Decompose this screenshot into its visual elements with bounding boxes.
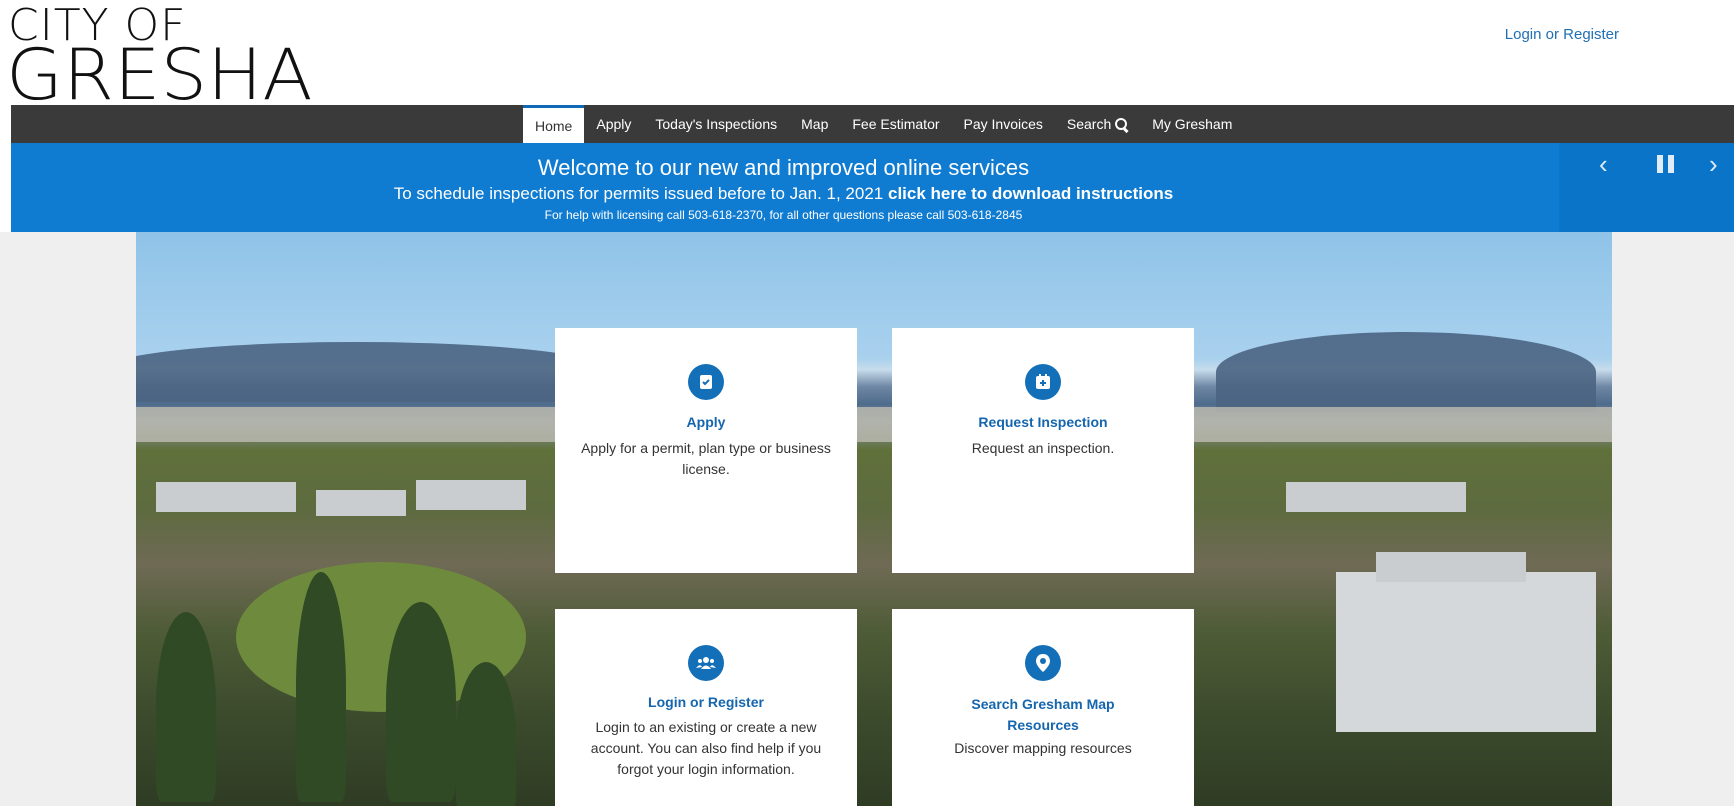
mountain-shape xyxy=(136,342,616,402)
building-roof xyxy=(1286,482,1466,512)
nav-search[interactable]: Search xyxy=(1055,105,1140,143)
nav-apply[interactable]: Apply xyxy=(584,105,643,143)
city-logo[interactable]: CITY OF GRESHAM xyxy=(2,2,322,103)
nav-my-gresham-label: My Gresham xyxy=(1152,116,1233,132)
tree-shape xyxy=(456,662,516,806)
card-apply-title: Apply xyxy=(686,414,726,430)
nav-todays-inspections-label: Today's Inspections xyxy=(655,116,778,132)
building-roof xyxy=(316,490,406,516)
map-pin-icon xyxy=(1025,645,1061,681)
card-login-register-title: Login or Register xyxy=(648,694,764,710)
card-search-map-desc: Discover mapping resources xyxy=(954,740,1132,756)
nav-search-label: Search xyxy=(1066,116,1112,132)
nav-pay-invoices[interactable]: Pay Invoices xyxy=(952,105,1055,143)
card-search-map[interactable]: Search Gresham Map Resources Discover ma… xyxy=(892,609,1194,806)
calendar-plus-icon xyxy=(1025,364,1061,400)
nav-map[interactable]: Map xyxy=(789,105,840,143)
announcement-banner: Welcome to our new and improved online s… xyxy=(11,143,1734,232)
card-request-inspection[interactable]: Request Inspection Request an inspection… xyxy=(892,328,1194,573)
search-icon xyxy=(1115,117,1129,133)
logo-line-gresham: GRESHAM xyxy=(6,34,322,102)
nav-my-gresham[interactable]: My Gresham xyxy=(1140,105,1244,143)
building-roof xyxy=(416,480,526,510)
card-login-register-desc: Login to an existing or create a new acc… xyxy=(590,719,822,777)
nav-apply-label: Apply xyxy=(596,116,632,132)
chevron-left-icon[interactable]: ‹ xyxy=(1599,151,1608,177)
carousel-controls: ‹ › xyxy=(1559,143,1734,232)
nav-home-label: Home xyxy=(535,117,573,134)
nav-map-label: Map xyxy=(801,116,829,132)
nav-todays-inspections[interactable]: Today's Inspections xyxy=(643,105,789,143)
card-login-register[interactable]: Login or Register Login to an existing o… xyxy=(555,609,857,806)
hero-aerial-image xyxy=(136,232,1612,806)
main-navbar: Home Apply Today's Inspections Map Fee E… xyxy=(11,105,1734,143)
nav-home[interactable]: Home xyxy=(523,105,585,143)
login-register-link[interactable]: Login or Register xyxy=(1505,26,1619,43)
download-instructions-link[interactable]: click here to download instructions xyxy=(888,184,1173,203)
card-request-inspection-title: Request Inspection xyxy=(978,414,1108,430)
tree-shape xyxy=(156,612,216,802)
card-search-map-title: Search Gresham Map Resources xyxy=(971,696,1115,733)
building-roof xyxy=(1336,572,1596,732)
nav-pay-invoices-label: Pay Invoices xyxy=(963,116,1043,132)
card-request-inspection-desc: Request an inspection. xyxy=(971,440,1115,456)
nav-fee-estimator-label: Fee Estimator xyxy=(852,116,940,132)
card-apply-desc: Apply for a permit, plan type or busines… xyxy=(581,440,831,477)
chevron-right-icon[interactable]: › xyxy=(1709,151,1718,177)
site-header: CITY OF GRESHAM Login or Register xyxy=(0,0,1734,105)
nav-items: Home Apply Today's Inspections Map Fee E… xyxy=(523,105,1244,143)
building-roof xyxy=(1376,552,1526,582)
nav-fee-estimator[interactable]: Fee Estimator xyxy=(840,105,951,143)
mountain-shape xyxy=(1216,332,1596,412)
card-apply[interactable]: Apply Apply for a permit, plan type or b… xyxy=(555,328,857,573)
banner-title: Welcome to our new and improved online s… xyxy=(537,155,1030,180)
tree-shape xyxy=(386,602,456,802)
users-icon xyxy=(688,645,724,681)
banner-line-2-text: To schedule inspections for permits issu… xyxy=(393,184,888,203)
banner-help-text: For help with licensing call 503-618-237… xyxy=(544,208,1023,222)
tree-shape xyxy=(296,572,346,802)
clipboard-check-icon xyxy=(688,364,724,400)
pause-icon[interactable] xyxy=(1657,155,1675,173)
town-band xyxy=(136,407,1612,442)
building-roof xyxy=(156,482,296,512)
banner-line-2: To schedule inspections for permits issu… xyxy=(11,184,1556,204)
